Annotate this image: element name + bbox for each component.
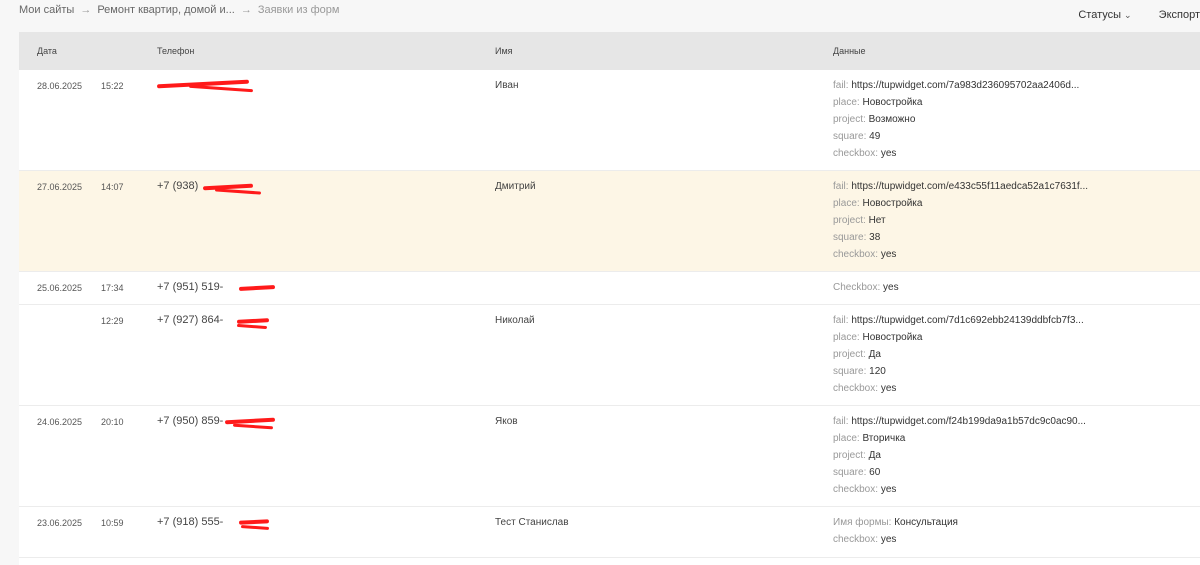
redaction-mark bbox=[236, 318, 270, 324]
row-date: 28.06.2025 bbox=[37, 81, 83, 91]
data-field: checkbox: yes bbox=[833, 484, 897, 495]
row-time: 20:10 bbox=[101, 417, 124, 427]
row-data: Имя формы: Консультация checkbox: yes bbox=[833, 514, 958, 548]
header-date[interactable]: Дата bbox=[37, 46, 57, 56]
data-field: checkbox: yes bbox=[833, 148, 897, 159]
breadcrumb-site[interactable]: Ремонт квартир, домой и... bbox=[97, 4, 235, 16]
header-data[interactable]: Данные bbox=[833, 46, 866, 56]
data-field: fail: https://tupwidget.com/7d1c692ebb24… bbox=[833, 315, 1084, 326]
data-field: place: Новостройка bbox=[833, 97, 923, 108]
data-field: Имя формы: Консультация bbox=[833, 517, 958, 528]
table-row[interactable]: 24.06.2025 20:10 +7 (950) 859- Яков fail… bbox=[19, 406, 1200, 507]
data-field: checkbox: yes bbox=[833, 534, 897, 545]
redaction-mark bbox=[232, 423, 274, 430]
header-name[interactable]: Имя bbox=[495, 46, 513, 56]
statuses-dropdown[interactable]: Статусы ⌄ bbox=[1078, 9, 1131, 21]
top-actions: Статусы ⌄ Экспорт bbox=[1054, 9, 1200, 21]
row-time: 14:07 bbox=[101, 182, 124, 192]
redaction-mark bbox=[238, 285, 276, 291]
statuses-label: Статусы bbox=[1078, 9, 1122, 21]
breadcrumb: Мои сайты → Ремонт квартир, домой и... → Зая… bbox=[19, 4, 339, 16]
data-field: project: Да bbox=[833, 450, 881, 461]
row-time: 10:59 bbox=[101, 518, 124, 528]
top-bar: Мои сайты → Ремонт квартир, домой и... → Зая… bbox=[0, 0, 1200, 32]
row-name: Иван bbox=[495, 80, 519, 91]
data-field: project: Нет bbox=[833, 215, 886, 226]
row-name: Тест Станислав bbox=[495, 517, 569, 528]
table-row[interactable]: 27.06.2025 14:07 +7 (938) Дмитрий fail: … bbox=[19, 171, 1200, 272]
row-data: fail: https://tupwidget.com/7d1c692ebb24… bbox=[833, 312, 1084, 397]
chevron-down-icon: ⌄ bbox=[1124, 10, 1132, 20]
row-phone[interactable]: +7 (918) 555- bbox=[157, 516, 223, 528]
data-field: place: Новостройка bbox=[833, 332, 923, 343]
table-row[interactable]: 23.06.2025 10:59 +7 (918) 555- Тест Стан… bbox=[19, 507, 1200, 558]
breadcrumb-my-sites[interactable]: Мои сайты bbox=[19, 4, 74, 16]
row-date: 25.06.2025 bbox=[37, 283, 83, 293]
data-field: project: Да bbox=[833, 349, 881, 360]
data-field: square: 60 bbox=[833, 467, 881, 478]
row-data: fail: https://tupwidget.com/7a983d236095… bbox=[833, 77, 1079, 162]
data-field: project: Возможно bbox=[833, 114, 916, 125]
export-button[interactable]: Экспорт bbox=[1159, 9, 1200, 21]
row-name: Дмитрий bbox=[495, 181, 536, 192]
row-phone[interactable]: +7 (938) bbox=[157, 180, 198, 192]
row-phone[interactable]: +7 (950) 859- bbox=[157, 415, 223, 427]
row-name: Николай bbox=[495, 315, 535, 326]
data-field: place: Новостройка bbox=[833, 198, 923, 209]
table-row[interactable]: 25.06.2025 17:34 +7 (951) 519- Checkbox:… bbox=[19, 272, 1200, 305]
table-header: Дата Телефон Имя Данные bbox=[19, 32, 1200, 70]
row-time: 17:34 bbox=[101, 283, 124, 293]
data-field: checkbox: yes bbox=[833, 249, 897, 260]
breadcrumb-current: Заявки из форм bbox=[257, 4, 340, 16]
data-field: fail: https://tupwidget.com/7a983d236095… bbox=[833, 80, 1080, 91]
row-date: 27.06.2025 bbox=[37, 182, 83, 192]
row-data: Checkbox: yes bbox=[833, 279, 899, 296]
data-field: fail: https://tupwidget.com/f24b199da9a1… bbox=[833, 416, 1086, 427]
header-phone[interactable]: Телефон bbox=[157, 46, 194, 56]
row-name: Яков bbox=[495, 416, 518, 427]
data-field: Checkbox: yes bbox=[833, 282, 899, 293]
data-field: checkbox: yes bbox=[833, 383, 897, 394]
redaction-mark bbox=[240, 525, 270, 530]
redaction-mark bbox=[214, 188, 262, 195]
row-phone[interactable]: +7 (951) 519- bbox=[157, 281, 223, 293]
row-time: 12:29 bbox=[101, 316, 124, 326]
data-field: fail: https://tupwidget.com/e433c55f11ae… bbox=[833, 181, 1088, 192]
redaction-mark bbox=[238, 519, 270, 525]
requests-table: Дата Телефон Имя Данные 28.06.2025 15:22… bbox=[19, 32, 1200, 565]
data-field: square: 38 bbox=[833, 232, 881, 243]
row-data: fail: https://tupwidget.com/f24b199da9a1… bbox=[833, 413, 1086, 498]
data-field: place: Вторичка bbox=[833, 433, 906, 444]
breadcrumb-arrow: → bbox=[80, 4, 92, 16]
data-field: square: 49 bbox=[833, 131, 881, 142]
table-row[interactable]: 28.06.2025 15:22 Иван fail: https://tupw… bbox=[19, 70, 1200, 171]
row-time: 15:22 bbox=[101, 81, 124, 91]
breadcrumb-arrow: → bbox=[240, 4, 252, 16]
data-field: square: 120 bbox=[833, 366, 886, 377]
row-phone[interactable]: +7 (927) 864- bbox=[157, 314, 223, 326]
redaction-mark bbox=[188, 84, 254, 93]
row-data: fail: https://tupwidget.com/e433c55f11ae… bbox=[833, 178, 1088, 263]
row-date: 23.06.2025 bbox=[37, 518, 83, 528]
redaction-mark bbox=[236, 323, 268, 330]
table-row[interactable]: 12:29 +7 (927) 864- Николай fail: https:… bbox=[19, 305, 1200, 406]
row-date: 24.06.2025 bbox=[37, 417, 83, 427]
